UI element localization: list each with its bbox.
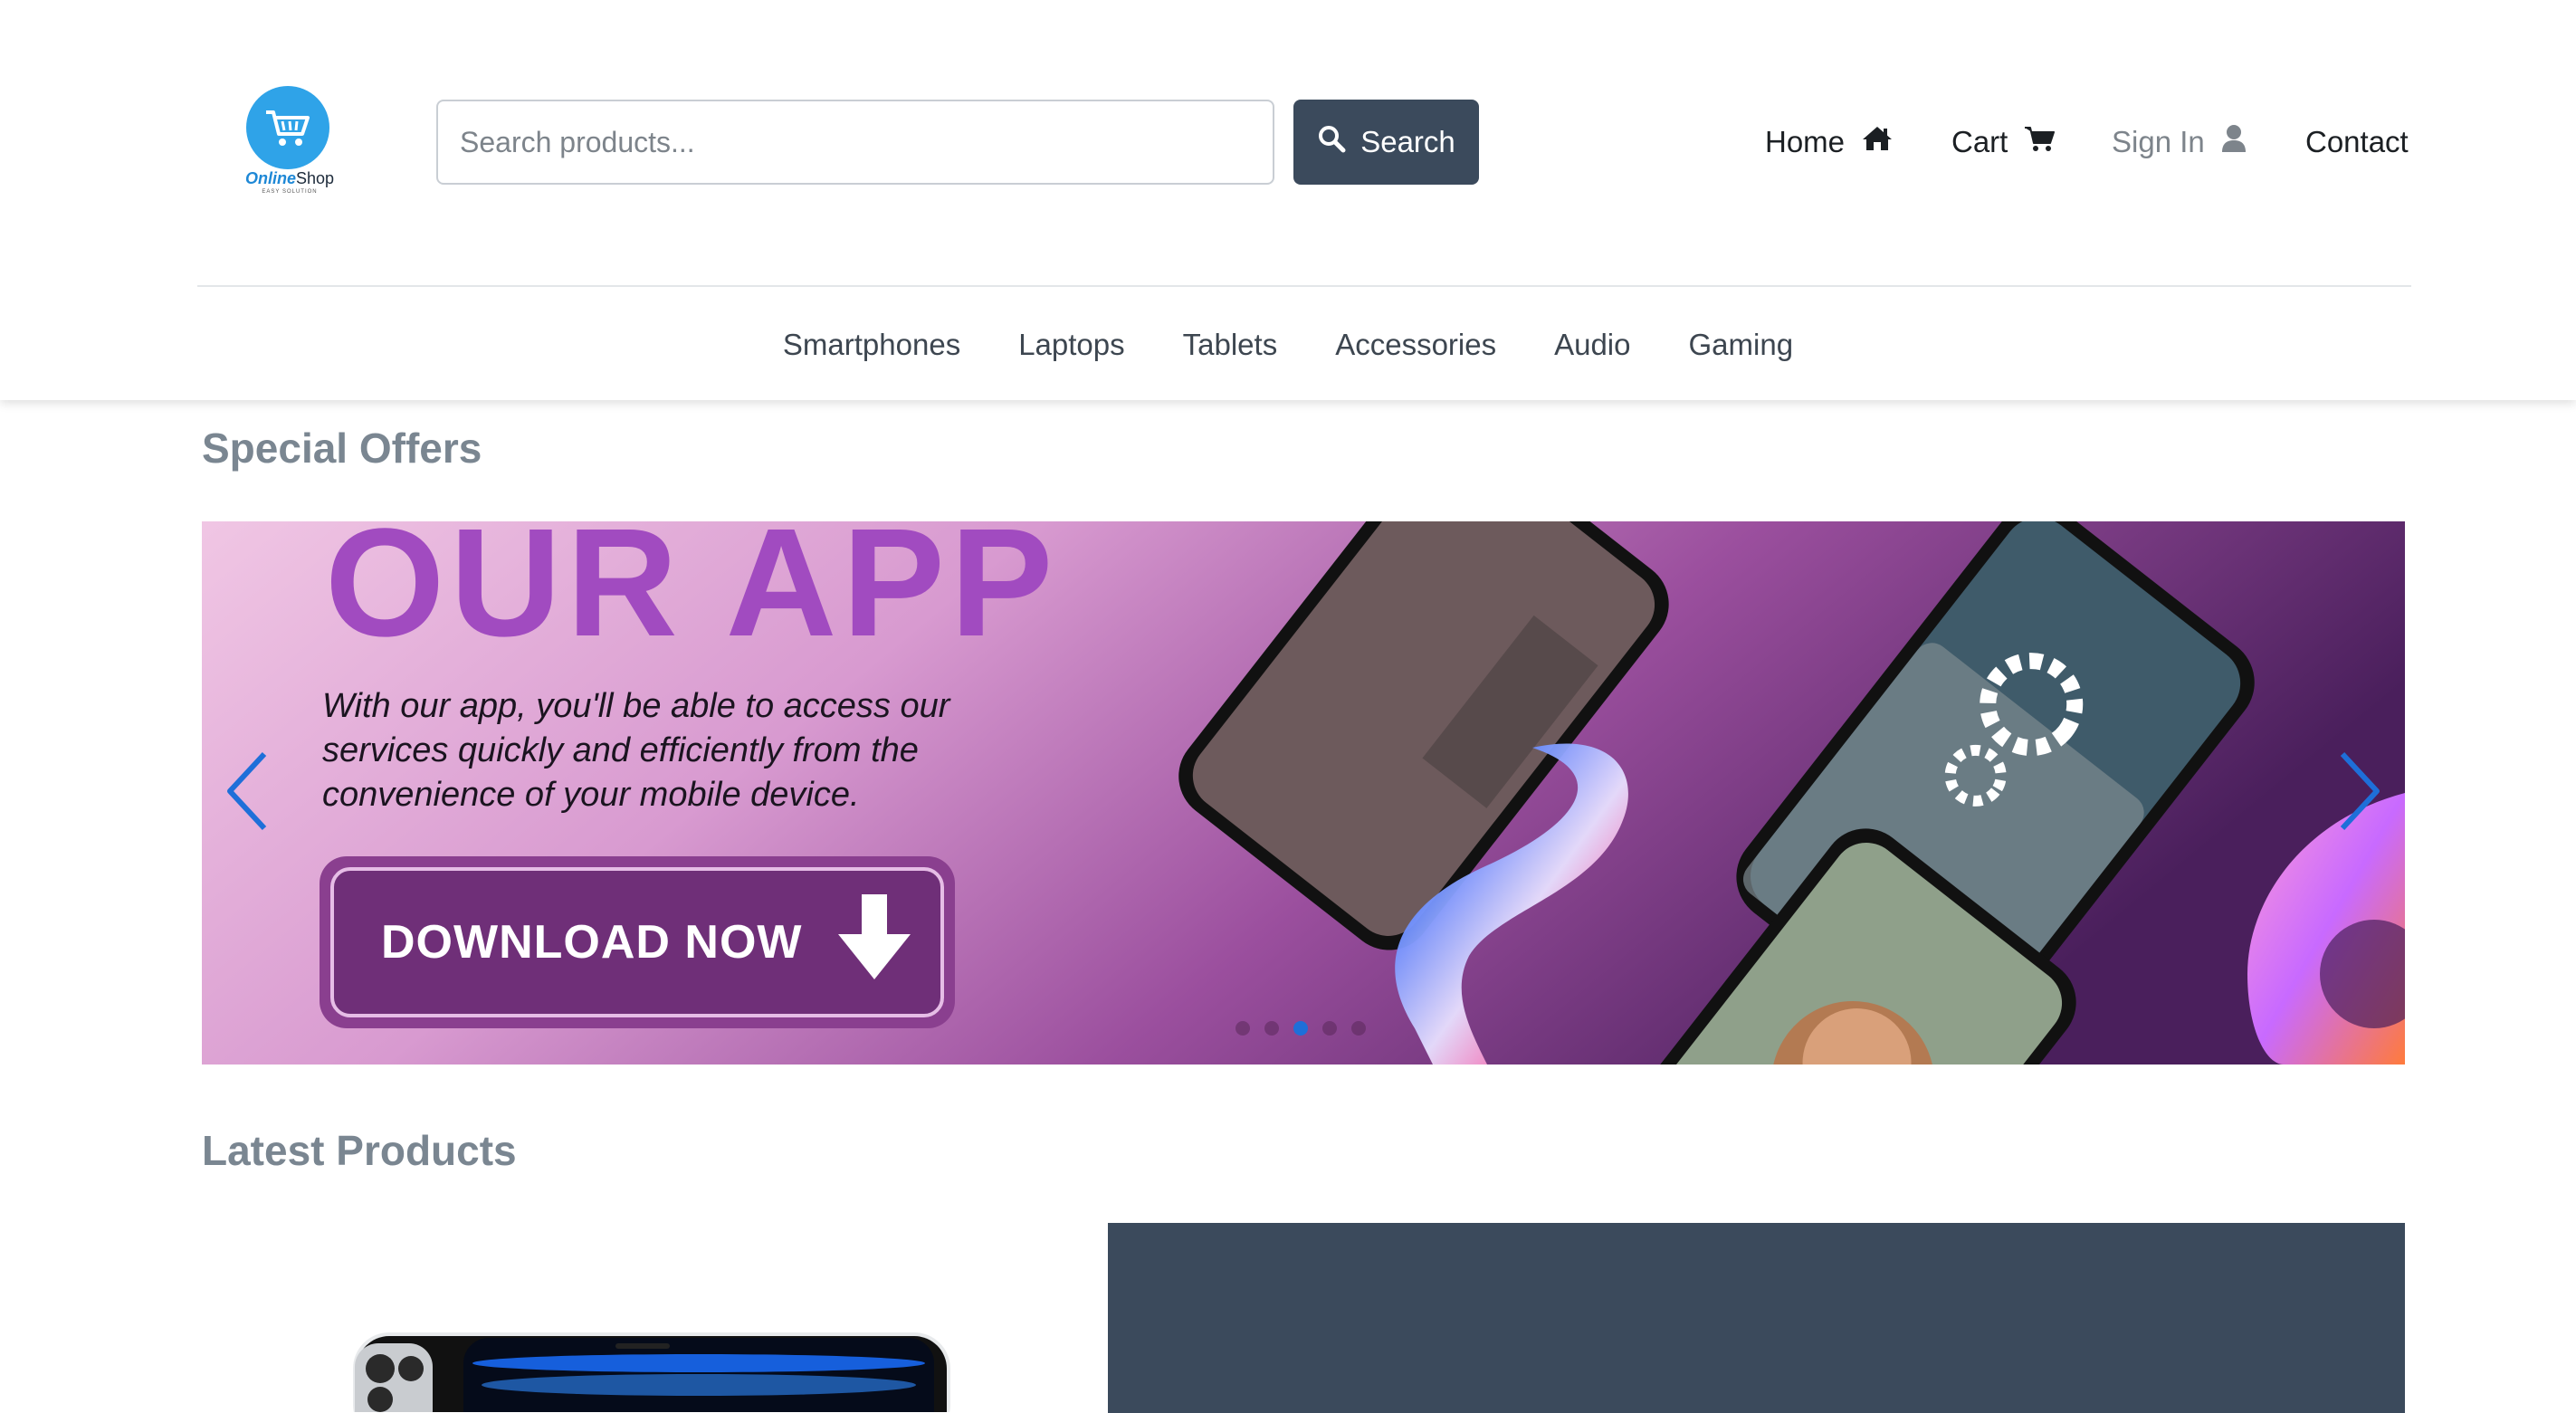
carousel-indicator-4[interactable] xyxy=(1322,1021,1337,1036)
slide-heading: OUR APP xyxy=(325,521,1059,669)
nav-cart-label: Cart xyxy=(1951,125,2008,158)
search-input[interactable] xyxy=(436,100,1274,185)
carousel-prev-button[interactable] xyxy=(211,748,283,838)
cart-logo-icon xyxy=(246,86,329,169)
main-nav: Home Cart Sign In Contact xyxy=(1765,119,2417,165)
logo-wordmark: OnlineShop xyxy=(235,169,344,187)
home-icon xyxy=(1861,125,1894,159)
arrow-down-icon xyxy=(838,893,911,991)
download-now-button[interactable]: DOWNLOAD NOW xyxy=(320,856,955,1028)
nav-sign-in-link[interactable]: Sign In xyxy=(2112,119,2247,165)
carousel-indicator-1[interactable] xyxy=(1236,1021,1250,1036)
carousel-indicator-3[interactable] xyxy=(1293,1021,1308,1036)
category-gaming[interactable]: Gaming xyxy=(1689,319,1794,371)
nav-cart-link[interactable]: Cart xyxy=(1951,119,2056,165)
cart-icon xyxy=(2024,125,2056,159)
user-icon xyxy=(2221,124,2247,160)
category-laptops[interactable]: Laptops xyxy=(1018,319,1124,371)
carousel-next-button[interactable] xyxy=(2323,748,2396,838)
logo-brand-part1: Online xyxy=(244,169,296,187)
category-tablets[interactable]: Tablets xyxy=(1183,319,1278,371)
nav-home-label: Home xyxy=(1765,125,1846,158)
nav-contact-label: Contact xyxy=(2305,125,2409,158)
latest-products-title: Latest Products xyxy=(202,1127,517,1174)
category-accessories[interactable]: Accessories xyxy=(1335,319,1496,371)
chevron-right-icon xyxy=(2337,750,2382,836)
featured-product-panel[interactable] xyxy=(1108,1223,2405,1413)
carousel-indicators xyxy=(1236,1021,1366,1036)
category-audio[interactable]: Audio xyxy=(1554,319,1630,371)
header-divider xyxy=(197,285,2411,287)
logo-tagline: EASY SOLUTION xyxy=(262,189,318,195)
product-image-tablet[interactable] xyxy=(344,1322,959,1412)
chevron-left-icon xyxy=(224,750,270,836)
search-button[interactable]: Search xyxy=(1293,100,1479,185)
slide-body-text: With our app, you'll be able to access o… xyxy=(322,687,950,814)
site-header: OnlineShop EASY SOLUTION Search Home Car… xyxy=(0,0,2576,400)
special-offers-title: Special Offers xyxy=(202,425,482,472)
logo-brand-part2: Shop xyxy=(295,169,335,187)
search-button-label: Search xyxy=(1360,125,1455,158)
carousel-indicator-2[interactable] xyxy=(1264,1021,1279,1036)
search-icon xyxy=(1317,124,1346,160)
category-smartphones[interactable]: Smartphones xyxy=(783,319,960,371)
offers-carousel: OUR APP With our app, you'll be able to … xyxy=(202,521,2405,1065)
category-nav: Smartphones Laptops Tablets Accessories … xyxy=(0,319,2576,371)
nav-sign-in-label: Sign In xyxy=(2112,125,2205,158)
carousel-indicator-5[interactable] xyxy=(1351,1021,1366,1036)
nav-contact-link[interactable]: Contact xyxy=(2305,119,2409,165)
site-logo[interactable]: OnlineShop EASY SOLUTION xyxy=(235,86,344,204)
nav-home-link[interactable]: Home xyxy=(1765,119,1894,165)
download-now-label: DOWNLOAD NOW xyxy=(381,916,803,969)
